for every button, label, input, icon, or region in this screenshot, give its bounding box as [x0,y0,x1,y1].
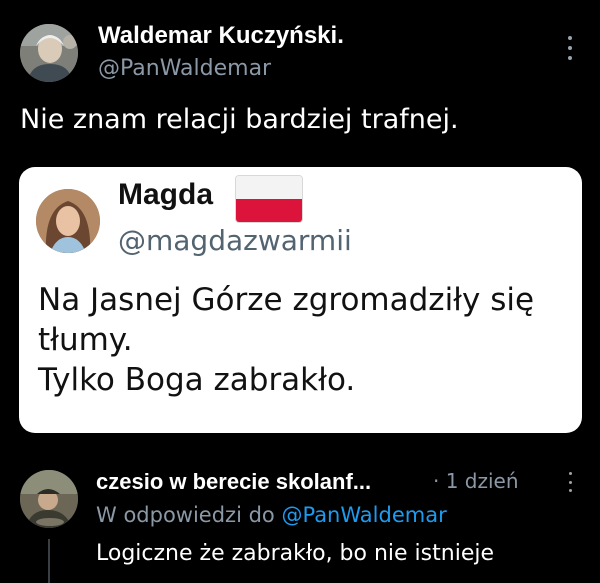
reply-text: Logiczne że zabrakło, bo nie istnieje [96,541,494,566]
quoted-post-text: Na Jasnej Górze zgromadziły się tłumy. T… [38,280,534,400]
reply-mention-link[interactable]: @PanWaldemar [281,503,446,527]
author-handle[interactable]: @PanWaldemar [98,56,271,81]
author-avatar[interactable] [20,24,78,82]
avatar-photo [20,24,78,82]
reply-author-avatar[interactable] [20,470,78,528]
quoted-line: Tylko Boga zabrakło. [38,362,356,398]
quoted-author-name[interactable]: Magda [118,178,213,212]
post-text: Nie znam relacji bardziej trafnej. [20,104,459,135]
polish-flag-icon [236,176,302,222]
quoted-line: Na Jasnej Górze zgromadziły się [38,282,535,318]
reply-author-name[interactable]: czesio w berecie skolanf... [96,469,371,495]
more-options-icon[interactable] [560,36,580,60]
quoted-author-handle[interactable]: @magdazwarmii [118,224,352,257]
avatar-photo [20,470,78,528]
reply-more-options-icon[interactable] [560,472,580,492]
reply-context: W odpowiedzi do @PanWaldemar [96,503,447,527]
quoted-author-avatar[interactable] [36,189,100,253]
reply-timestamp[interactable]: · 1 dzień [433,469,519,493]
reply-prefix: W odpowiedzi do [96,503,275,527]
thread-line [48,539,50,583]
quoted-line: tłumy. [38,322,133,358]
author-name[interactable]: Waldemar Kuczyński. [98,22,344,50]
avatar-photo [36,189,100,253]
